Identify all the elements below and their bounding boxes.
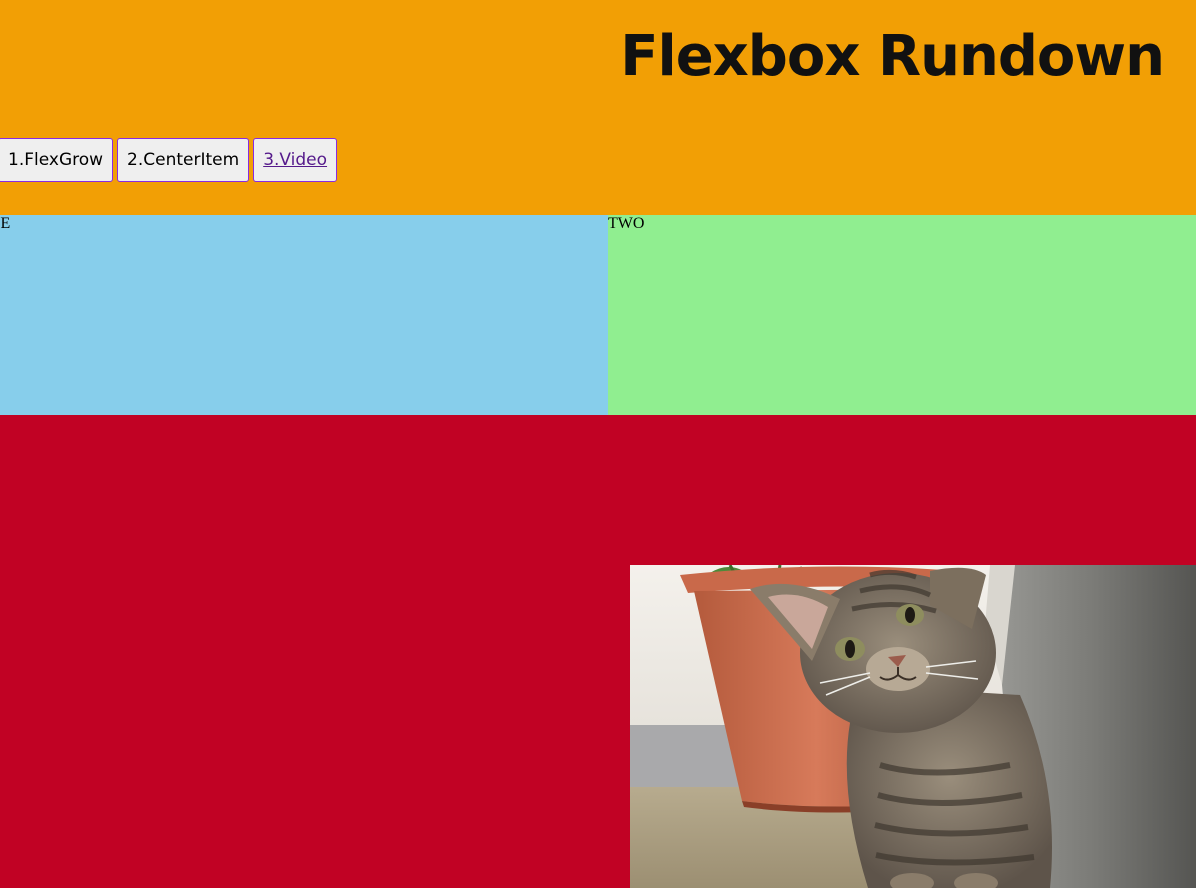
header: Flexbox Rundown 1.FlexGrow 2.CenterItem … <box>0 0 1196 215</box>
nav-button-video[interactable]: 3.Video <box>253 138 338 182</box>
kitten-photo <box>630 565 1196 888</box>
nav-button-flexgrow[interactable]: 1.FlexGrow <box>0 138 114 182</box>
nav-bar: 1.FlexGrow 2.CenterItem 3.Video <box>0 138 338 182</box>
page-title: Flexbox Rundown <box>620 24 1165 89</box>
nav-button-centeritem[interactable]: 2.CenterItem <box>117 138 250 182</box>
flex-box-two: TWO <box>608 215 1196 415</box>
flex-box-one: NE <box>0 215 608 415</box>
box-one-label: NE <box>0 215 11 232</box>
box-two-label: TWO <box>608 215 645 232</box>
